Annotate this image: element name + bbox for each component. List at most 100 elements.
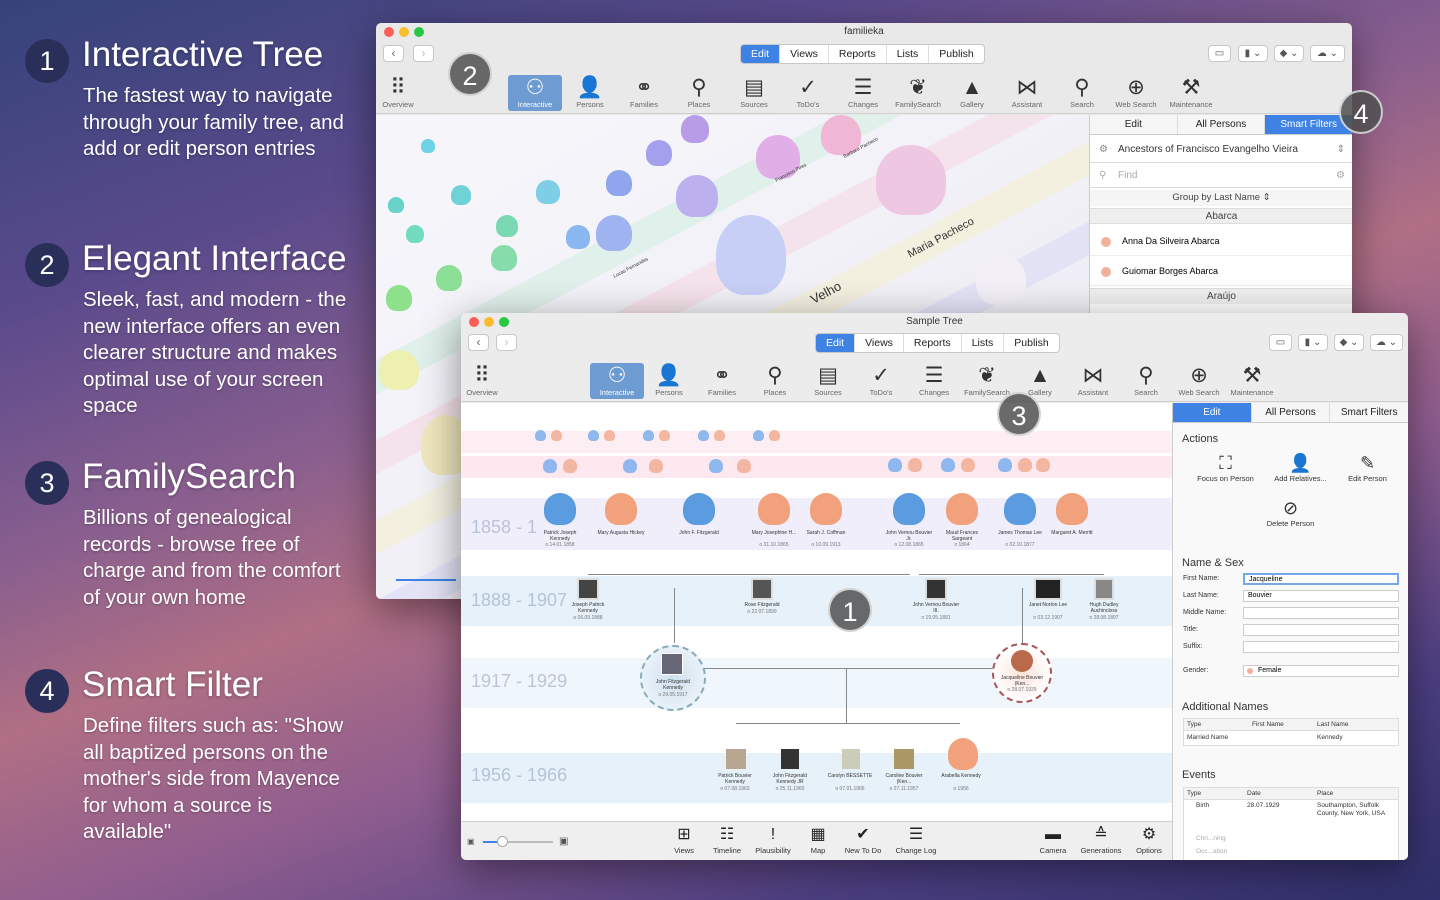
person-figure[interactable] bbox=[604, 430, 615, 441]
toolbar-overview[interactable]: ⠿ Overview bbox=[461, 363, 509, 397]
tab-smart-filters[interactable]: Smart Filters bbox=[1330, 403, 1408, 422]
toolbar-families[interactable]: ⚭ Families bbox=[617, 75, 671, 109]
toolbar-assistant[interactable]: ⋈ Assistant bbox=[1000, 75, 1054, 109]
person-figure[interactable] bbox=[961, 458, 975, 472]
toolbar-changes[interactable]: ☰ Changes bbox=[836, 75, 890, 109]
person-photo[interactable] bbox=[1034, 578, 1062, 600]
person-figure[interactable] bbox=[543, 459, 557, 473]
person-figure[interactable] bbox=[946, 493, 978, 525]
cloud-button[interactable]: ☁ ⌄ bbox=[1310, 45, 1345, 62]
person-figure[interactable] bbox=[676, 175, 718, 217]
tab-lists[interactable]: Lists bbox=[962, 334, 1005, 352]
tab-publish[interactable]: Publish bbox=[1004, 334, 1058, 352]
middle-name-field[interactable] bbox=[1243, 607, 1399, 619]
person-figure[interactable] bbox=[769, 430, 780, 441]
tab-edit[interactable]: Edit bbox=[816, 334, 856, 352]
person-figure[interactable] bbox=[406, 225, 424, 243]
gear-icon[interactable]: ⚙ bbox=[1336, 163, 1345, 188]
column-header[interactable]: Last Name bbox=[1314, 719, 1379, 730]
person-figure[interactable] bbox=[1056, 493, 1088, 525]
bookmark-button[interactable]: ▮ ⌄ bbox=[1238, 45, 1268, 62]
zoom-in-icon[interactable]: ▣ bbox=[559, 836, 568, 847]
toolbar-persons[interactable]: 👤 Persons bbox=[563, 75, 617, 109]
person-figure[interactable] bbox=[1004, 493, 1036, 525]
person-figure[interactable] bbox=[714, 430, 725, 441]
toolbar-changes[interactable]: ☰ Changes bbox=[907, 363, 961, 397]
back-button[interactable]: ‹ bbox=[468, 334, 489, 351]
tab-views[interactable]: Views bbox=[780, 45, 829, 63]
table-row[interactable]: Chri...ning bbox=[1184, 832, 1398, 845]
person-figure[interactable] bbox=[566, 225, 590, 249]
zoom-button[interactable] bbox=[499, 317, 509, 327]
person-photo[interactable] bbox=[726, 749, 746, 769]
toolbar-places[interactable]: ⚲ Places bbox=[672, 75, 726, 109]
toolbar-interactive[interactable]: ⚇ Interactive bbox=[508, 75, 562, 111]
toolbar-maintenance[interactable]: ⚒ Maintenance bbox=[1225, 363, 1279, 397]
person-figure[interactable] bbox=[544, 493, 576, 525]
toolbar-maintenance[interactable]: ⚒ Maintenance bbox=[1164, 75, 1218, 109]
person-figure[interactable] bbox=[698, 430, 709, 441]
zoom-slider[interactable] bbox=[396, 579, 456, 581]
person-figure[interactable] bbox=[948, 738, 978, 770]
forward-button[interactable]: › bbox=[413, 45, 434, 62]
bookmark-button[interactable]: ▮ ⌄ bbox=[1298, 334, 1328, 351]
toolbar-interactive[interactable]: ⚇ Interactive bbox=[590, 363, 644, 399]
person-figure[interactable] bbox=[451, 185, 471, 205]
interactive-tree[interactable]: 1858 - 1 1888 - 1907 1917 - 1929 1956 - … bbox=[461, 403, 1172, 821]
person-figure[interactable] bbox=[496, 215, 518, 237]
bottom-change-log[interactable]: ☰ Change Log bbox=[891, 824, 941, 855]
person-figure[interactable] bbox=[596, 215, 632, 251]
person-figure[interactable] bbox=[659, 430, 670, 441]
person-figure[interactable] bbox=[491, 245, 517, 271]
person-photo[interactable] bbox=[925, 578, 947, 600]
column-header[interactable]: First Name bbox=[1249, 719, 1314, 730]
add-relatives-button[interactable]: 👤 Add Relatives... bbox=[1263, 453, 1338, 483]
back-button[interactable]: ‹ bbox=[383, 45, 404, 62]
person-figure[interactable] bbox=[876, 145, 946, 215]
suffix-field[interactable] bbox=[1243, 641, 1399, 653]
zoom-slider[interactable] bbox=[483, 836, 553, 847]
toolbar-todos[interactable]: ✓ ToDo's bbox=[781, 75, 835, 109]
tab-edit[interactable]: Edit bbox=[1090, 115, 1178, 134]
column-header[interactable]: Type bbox=[1184, 719, 1249, 730]
list-item[interactable]: Anna Da Silveira Abarca bbox=[1090, 227, 1352, 256]
person-figure[interactable] bbox=[379, 350, 419, 390]
person-figure[interactable] bbox=[1018, 458, 1032, 472]
person-figure[interactable] bbox=[683, 493, 715, 525]
bottom-map[interactable]: ▦ Map bbox=[793, 824, 843, 855]
delete-person-button[interactable]: ⊘ Delete Person bbox=[1253, 498, 1328, 528]
tab-publish[interactable]: Publish bbox=[929, 45, 983, 63]
last-name-field[interactable]: Bouvier bbox=[1243, 590, 1399, 602]
tab-edit[interactable]: Edit bbox=[741, 45, 781, 63]
toolbar-todos[interactable]: ✓ ToDo's bbox=[854, 363, 908, 397]
person-figure[interactable] bbox=[649, 459, 663, 473]
toolbar-places[interactable]: ⚲ Places bbox=[748, 363, 802, 397]
person-figure[interactable] bbox=[758, 493, 790, 525]
zoom-button[interactable] bbox=[414, 27, 424, 37]
person-photo[interactable] bbox=[751, 578, 773, 600]
table-row[interactable]: Birth 28.07.1929 Southampton, Suffolk Co… bbox=[1184, 800, 1398, 832]
forward-button[interactable]: › bbox=[496, 334, 517, 351]
smart-filter-select[interactable]: ⚙ Ancestors of Francisco Evangelho Vieir… bbox=[1090, 137, 1352, 163]
bottom-new-todo[interactable]: ✔ New To Do bbox=[838, 824, 888, 855]
tab-all-persons[interactable]: All Persons bbox=[1178, 115, 1266, 134]
zoom-out-icon[interactable]: ▣ bbox=[467, 837, 475, 846]
tab-edit[interactable]: Edit bbox=[1173, 403, 1252, 422]
person-photo[interactable] bbox=[1094, 578, 1114, 600]
person-figure[interactable] bbox=[716, 215, 786, 295]
person-photo[interactable] bbox=[781, 749, 799, 769]
cloud-button[interactable]: ☁ ⌄ bbox=[1370, 334, 1403, 351]
person-figure[interactable] bbox=[536, 180, 560, 204]
person-figure[interactable] bbox=[421, 139, 435, 153]
person-figure[interactable] bbox=[998, 458, 1012, 472]
sidebar-toggle-button[interactable]: ▭ bbox=[1269, 334, 1292, 351]
list-item[interactable]: Guiomar Borges Abarca bbox=[1090, 257, 1352, 286]
column-header[interactable]: Date bbox=[1244, 788, 1314, 799]
tab-lists[interactable]: Lists bbox=[887, 45, 930, 63]
person-figure[interactable] bbox=[535, 430, 546, 441]
toolbar-web-search[interactable]: ⊕ Web Search bbox=[1109, 75, 1163, 109]
tab-views[interactable]: Views bbox=[855, 334, 904, 352]
sidebar-toggle-button[interactable]: ▭ bbox=[1208, 45, 1231, 62]
person-figure[interactable] bbox=[563, 459, 577, 473]
person-figure[interactable] bbox=[551, 430, 562, 441]
